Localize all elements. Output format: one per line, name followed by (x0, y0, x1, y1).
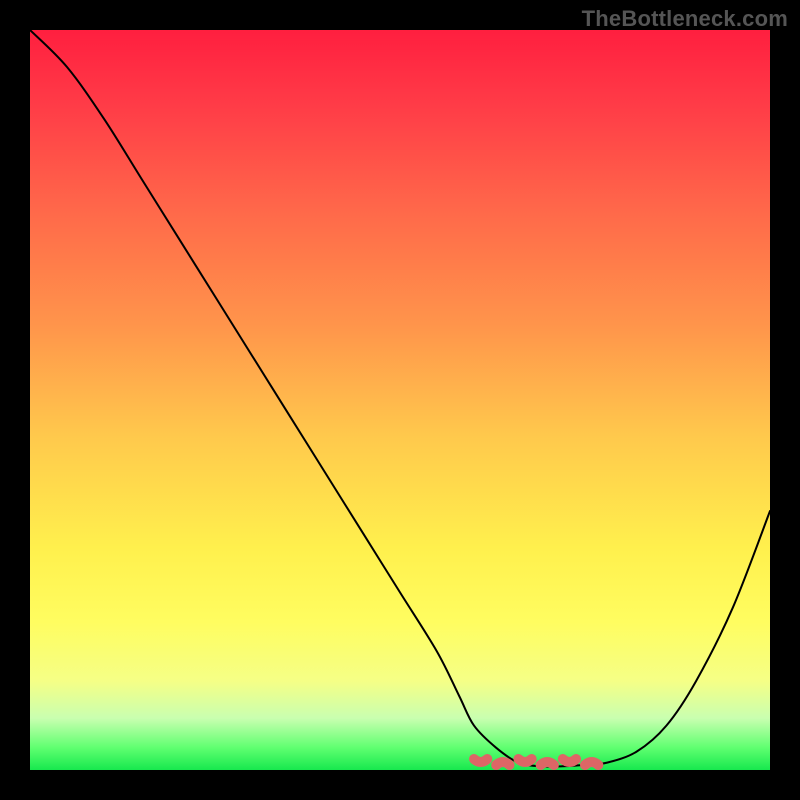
bottleneck-curve (30, 30, 770, 767)
watermark-text: TheBottleneck.com (582, 6, 788, 32)
optimum-marker (474, 759, 598, 765)
plot-area (30, 30, 770, 770)
chart-svg (30, 30, 770, 770)
